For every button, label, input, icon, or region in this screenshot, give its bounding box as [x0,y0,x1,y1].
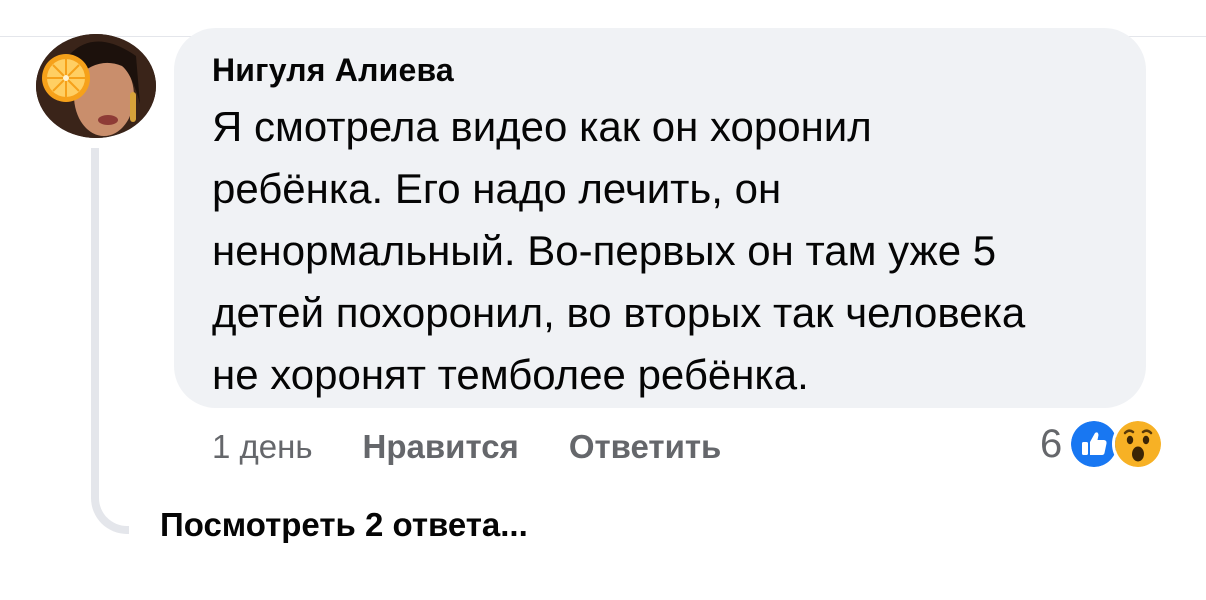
avatar[interactable] [36,34,156,138]
comment-author[interactable]: Нигуля Алиева [212,48,1110,92]
comment-page: Нигуля Алиева Я смотрела видео как он хо… [0,0,1206,600]
like-button[interactable]: Нравится [363,428,519,466]
comment-timestamp[interactable]: 1 день [212,428,313,466]
comment-text: Я смотрела видео как он хоронил ребёнка.… [212,96,1122,406]
avatar-image [36,34,156,138]
reply-thread-line [91,148,129,534]
comment-line: ребёнка. Его надо лечить, он [212,165,782,212]
comment-line: Я смотрела видео как он хоронил [212,103,872,150]
comment-line: детей похоронил, во вторых так человека [212,289,1026,336]
reply-button[interactable]: Ответить [569,428,722,466]
reaction-count: 6 [1040,421,1063,466]
comment-actions: 1 день Нравится Ответить [212,422,721,472]
comment-line: ненормальный. Во-первых он там уже 5 [212,227,997,274]
comment-line: не хоронят темболее ребёнка. [212,351,809,398]
reactions-summary[interactable]: 6 [1040,414,1165,474]
comment-bubble: Нигуля Алиева Я смотрела видео как он хо… [174,28,1146,408]
view-replies-link[interactable]: Посмотреть 2 ответа... [160,506,528,544]
wow-icon [1112,418,1165,470]
